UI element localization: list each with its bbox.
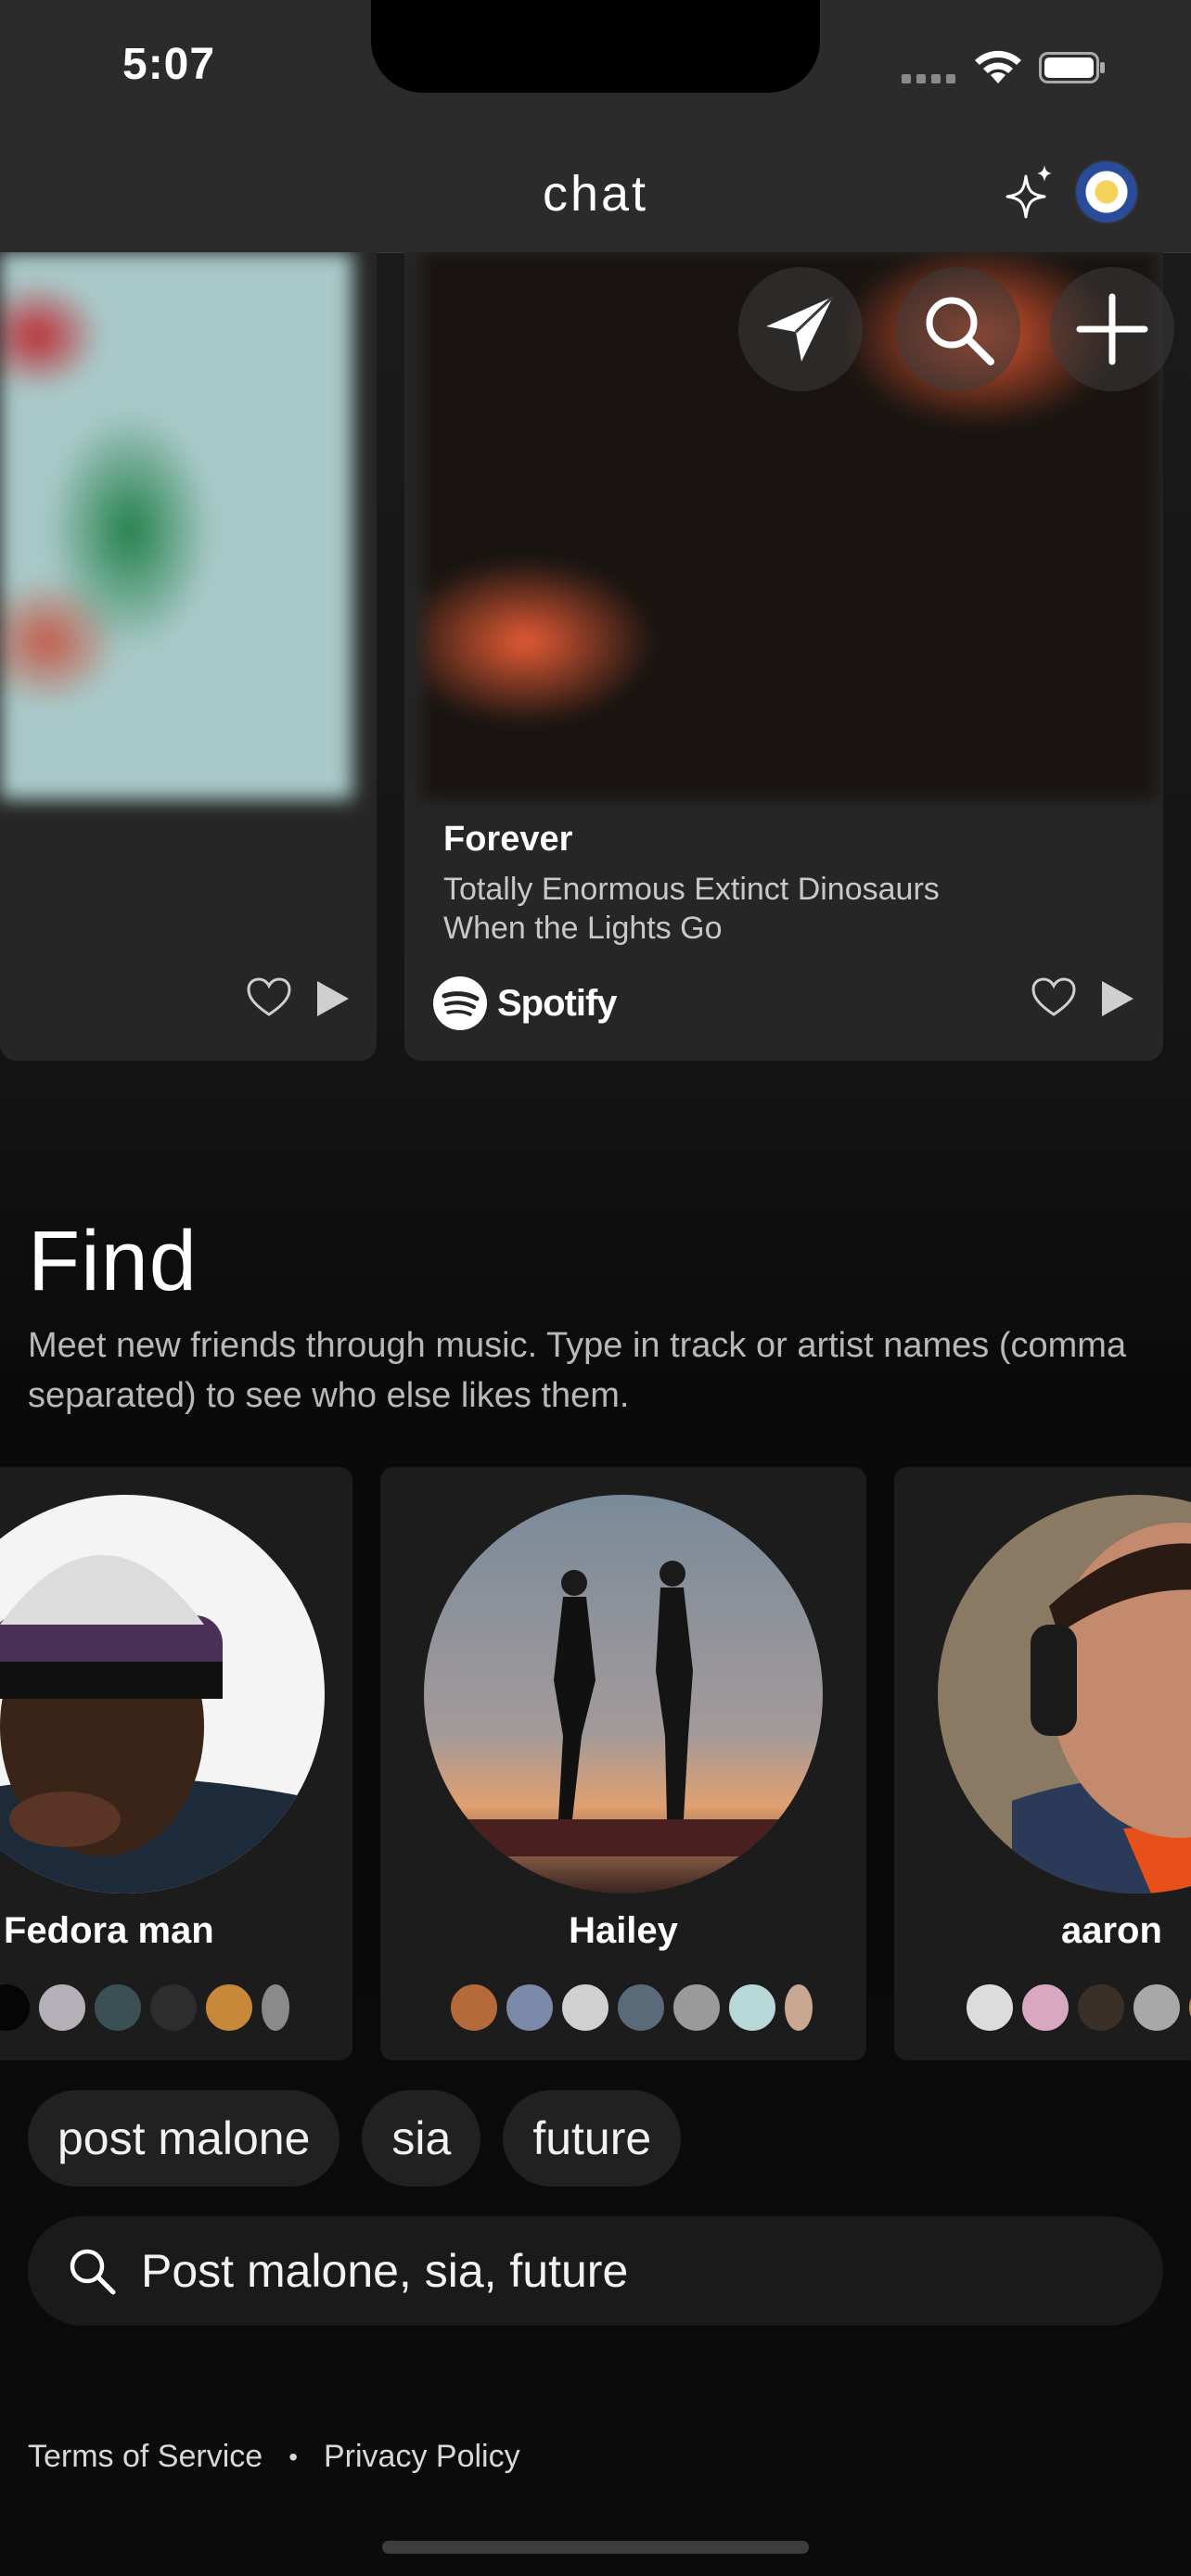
find-description: Meet new friends through music. Type in … — [28, 1326, 1127, 1415]
artist-avatar — [1187, 1983, 1191, 2033]
search-icon — [926, 297, 994, 365]
privacy-link[interactable]: Privacy Policy — [324, 2439, 520, 2475]
artist-avatar — [260, 1983, 291, 2033]
album-art — [0, 252, 352, 799]
terms-link[interactable]: Terms of Service — [28, 2439, 263, 2475]
artist-avatar — [0, 1983, 32, 2033]
status-bar: 5:07 — [0, 0, 1191, 148]
artist-avatar — [505, 1983, 555, 2033]
artist-avatar — [560, 1983, 610, 2033]
artist-avatar — [1132, 1983, 1182, 2033]
battery-icon — [1039, 52, 1105, 83]
plus-icon — [1076, 293, 1148, 365]
person-card[interactable]: Hailey — [380, 1467, 866, 2060]
search-chips: post malone sia future — [28, 2090, 682, 2187]
spotify-label: Spotify — [497, 982, 618, 1024]
person-name: Fedora man — [4, 1910, 214, 1951]
find-heading: Find — [28, 1214, 198, 1308]
search-icon — [70, 2249, 116, 2295]
artist-avatar — [1076, 1983, 1126, 2033]
person-card[interactable]: Fedora man — [0, 1467, 352, 2060]
send-button[interactable] — [738, 267, 863, 391]
music-card[interactable] — [0, 252, 377, 1061]
artist-avatars — [449, 1983, 820, 2033]
artist-avatar — [727, 1983, 777, 2033]
add-button[interactable] — [1050, 267, 1174, 391]
search-field[interactable] — [28, 2216, 1163, 2326]
person-photo — [424, 1495, 823, 1894]
chip-sia[interactable]: sia — [362, 2090, 481, 2187]
artist-avatar — [783, 1983, 814, 2033]
footer-separator: • — [288, 2442, 298, 2471]
cellular-signal-icon — [902, 74, 955, 83]
home-indicator[interactable] — [382, 2541, 809, 2554]
person-name: Hailey — [569, 1910, 678, 1951]
artist-avatar — [37, 1983, 87, 2033]
play-icon[interactable] — [314, 979, 351, 1018]
artist-avatar — [148, 1983, 198, 2033]
artist-avatar — [672, 1983, 722, 2033]
notch — [371, 0, 820, 93]
chip-future[interactable]: future — [503, 2090, 682, 2187]
heart-icon[interactable] — [1031, 977, 1076, 1018]
artist-avatar — [616, 1983, 666, 2033]
artist-avatar — [965, 1983, 1015, 2033]
artist-avatar — [1020, 1983, 1070, 2033]
artist-avatars — [0, 1983, 297, 2033]
send-icon — [766, 295, 835, 362]
spotify-logo: Spotify — [432, 976, 618, 1031]
status-time: 5:07 — [122, 40, 216, 89]
wifi-icon — [975, 50, 1021, 83]
heart-icon[interactable] — [247, 977, 291, 1018]
artist-avatar — [204, 1983, 254, 2033]
search-input[interactable] — [139, 2243, 1070, 2299]
footer-links: Terms of Service • Privacy Policy — [28, 2439, 520, 2475]
artist-avatar — [449, 1983, 499, 2033]
track-album: When the Lights Go — [443, 911, 723, 946]
artist-avatar — [93, 1983, 143, 2033]
chip-post-malone[interactable]: post malone — [28, 2090, 340, 2187]
sparkle-icon[interactable] — [1004, 163, 1056, 223]
spotify-icon — [433, 976, 487, 1030]
person-card[interactable]: aaron — [894, 1467, 1191, 2060]
play-icon[interactable] — [1098, 979, 1135, 1018]
person-name: aaron — [1061, 1910, 1162, 1951]
person-photo — [0, 1495, 325, 1894]
profile-avatar[interactable] — [1074, 159, 1139, 224]
app-header: chat — [0, 148, 1191, 253]
artist-avatars — [965, 1983, 1191, 2033]
search-button[interactable] — [896, 267, 1020, 391]
track-title: Forever — [443, 820, 573, 859]
track-artist: Totally Enormous Extinct Dinosaurs — [443, 872, 940, 907]
person-photo — [938, 1495, 1191, 1894]
chat-screen: 5:07 chat Forever Totally Enormous Extin… — [0, 0, 1191, 2576]
